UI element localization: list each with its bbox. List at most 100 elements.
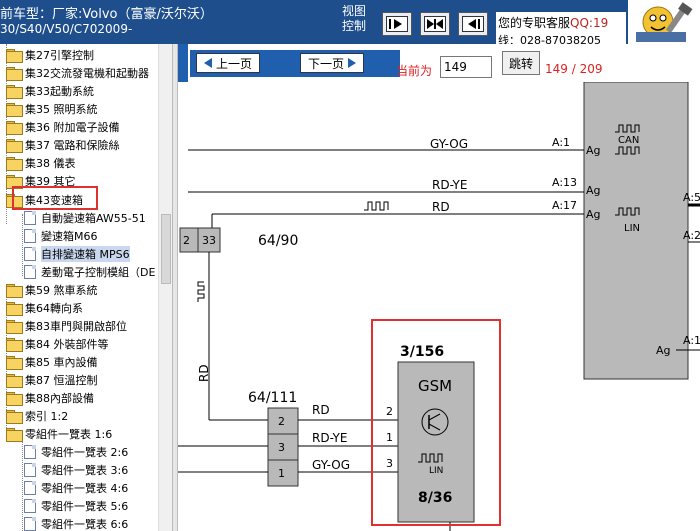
wiring-diagram[interactable]: CAN LIN GY-OG RD-YE RD A:1 A:13 A:17 Ag … — [178, 82, 700, 531]
next-page-button[interactable]: 下一页 — [300, 53, 364, 73]
wiring-diagram-svg: CAN LIN GY-OG RD-YE RD A:1 A:13 A:17 Ag … — [178, 82, 700, 531]
folder-icon — [6, 121, 23, 135]
tree-item-group84[interactable]: 集84 外裝部件等 — [6, 335, 109, 353]
tree-item-parts-2[interactable]: 零組件一覽表 2:6 — [24, 443, 128, 461]
folder-icon — [6, 284, 23, 298]
tree-item-m66[interactable]: 變速箱M66 — [24, 227, 98, 245]
mascot-logo — [628, 0, 700, 44]
tree-item-mps6[interactable]: 自排變速箱 MPS6 — [24, 245, 130, 263]
triangle-right-icon — [348, 58, 356, 68]
folder-open-icon — [6, 428, 23, 442]
tree-connector-line — [22, 437, 23, 531]
lin-label-module: LIN — [624, 223, 640, 234]
tree-item-parts-4[interactable]: 零組件一覽表 4:6 — [24, 479, 128, 497]
gsm-bottom-id: 8/36 — [418, 490, 452, 506]
tree-item-group83[interactable]: 集83車門與開啟部位 — [6, 317, 127, 335]
pin-code-17: Ag — [586, 208, 601, 221]
connector-pin-2: 2 — [183, 234, 190, 247]
connector-mid-pin-3: 3 — [278, 441, 285, 454]
tree-item-parts-6[interactable]: 零組件一覽表 6:6 — [24, 515, 128, 531]
tree-item-aw55[interactable]: 自動變速箱AW55-51 — [24, 209, 146, 227]
vehicle-model-line2: 30/S40/V50/C702009- — [0, 22, 133, 36]
gsm-pin-2: 2 — [386, 405, 393, 418]
folder-icon — [6, 338, 23, 352]
folder-icon — [6, 410, 23, 424]
tree-item-group33[interactable]: 集33起動系統 — [6, 82, 94, 100]
page-number-input[interactable] — [440, 56, 492, 78]
gsm-lin-signal-icon — [418, 453, 443, 463]
navigation-tree[interactable]: 集27引擎控制 集32交流發電機和起動器 集33起動系統 集35 照明系統 集3… — [0, 44, 172, 531]
pulse-signal-vertical-icon — [197, 281, 205, 302]
pin-lower-a1: A:1 — [683, 334, 700, 347]
phone-number: 线：028-87038205 — [498, 34, 601, 44]
tree-item-group88[interactable]: 集88內部設備 — [6, 389, 94, 407]
connector-mid-pin-1: 1 — [278, 467, 285, 480]
folder-icon — [6, 320, 23, 334]
view-fit-button[interactable] — [420, 12, 450, 36]
gsm-top-id: 3/156 — [400, 344, 444, 360]
pin-lower-ag: Ag — [656, 344, 671, 357]
document-icon — [24, 211, 36, 225]
folder-icon — [6, 85, 23, 99]
folder-icon — [6, 103, 23, 117]
split-arrows-icon — [424, 16, 446, 32]
app-header: 前车型：厂家:Volvo（富豪/沃尔沃） 30/S40/V50/C702009-… — [0, 0, 700, 44]
tree-item-parts-list[interactable]: 零組件一覽表 1:6 — [6, 425, 112, 443]
tree-item-group87[interactable]: 集87 恒溫控制 — [6, 371, 98, 389]
folder-icon — [6, 67, 23, 81]
gsm-lin-label: LIN — [429, 466, 443, 476]
jump-button[interactable]: 跳转 — [502, 51, 540, 75]
can-label: CAN — [618, 135, 639, 146]
pin-right-a5: A:5 — [683, 191, 700, 204]
gsm-pin-3: 3 — [386, 457, 393, 470]
wire-label-rd-vertical: RD — [197, 364, 211, 382]
tree-item-parts-3[interactable]: 零組件一覽表 3:6 — [24, 461, 128, 479]
triangle-left-icon — [203, 58, 212, 68]
pin-code-1: Ag — [586, 144, 601, 157]
page-count: 149 / 209 — [545, 62, 603, 76]
folder-icon — [6, 157, 23, 171]
pin-code-13: Ag — [586, 184, 601, 197]
tree-item-group37[interactable]: 集37 電路和保險絲 — [6, 136, 120, 154]
view-next-button[interactable] — [382, 12, 412, 36]
connector-pin-33: 33 — [202, 234, 216, 247]
wire-label-rd-ye: RD-YE — [432, 178, 467, 192]
document-icon — [24, 517, 36, 531]
pulse-signal-icon — [364, 201, 389, 211]
tree-item-group27[interactable]: 集27引擎控制 — [6, 46, 94, 64]
pin-a17: A:17 — [552, 199, 577, 212]
tree-scrollbar[interactable] — [158, 44, 172, 531]
tree-item-parts-5[interactable]: 零組件一覽表 5:6 — [24, 497, 128, 515]
document-icon — [24, 481, 36, 495]
tree-item-group36[interactable]: 集36 附加電子設備 — [6, 118, 120, 136]
folder-icon — [6, 392, 23, 406]
customer-service-text: 您的专职客服 — [498, 16, 571, 30]
qq-number[interactable]: QQ:19 — [570, 16, 608, 30]
tree-item-group35[interactable]: 集35 照明系統 — [6, 100, 98, 118]
folder-icon — [6, 139, 23, 153]
tree-item-group64[interactable]: 集64轉向系 — [6, 299, 83, 317]
connector-id-64-90: 64/90 — [258, 233, 298, 249]
connector-mid-pin-2: 2 — [278, 415, 285, 428]
prev-page-button[interactable]: 上一页 — [196, 53, 260, 73]
pin-a13: A:13 — [552, 176, 577, 189]
tree-item-group32[interactable]: 集32交流發電機和起動器 — [6, 64, 149, 82]
customer-service-box[interactable]: 您的专职客服QQ:19 线：028-87038205 — [496, 12, 626, 44]
gsm-name: GSM — [418, 377, 452, 395]
view-control-label: 视图控制 — [342, 4, 367, 33]
tree-scroll-thumb[interactable] — [161, 214, 171, 284]
tree-item-index[interactable]: 索引 1:2 — [6, 407, 68, 425]
vehicle-model-line1: 前车型：厂家:Volvo（富豪/沃尔沃） — [0, 7, 213, 22]
tree-item-group59[interactable]: 集59 煞車系統 — [6, 281, 98, 299]
tree-item-group85[interactable]: 集85 車內設備 — [6, 353, 98, 371]
tree-connector-line — [22, 214, 23, 276]
tree-item-group38[interactable]: 集38 儀表 — [6, 154, 76, 172]
gsm-wire-label-rd-ye: RD-YE — [312, 431, 347, 445]
document-icon — [24, 265, 36, 279]
document-icon — [24, 463, 36, 477]
view-prev-button[interactable] — [458, 12, 488, 36]
pin-right-a2: A:2 — [683, 229, 700, 242]
document-icon — [24, 499, 36, 513]
tree-item-differential[interactable]: 差動電子控制模組（DE — [24, 263, 155, 281]
wire-label-gy-og: GY-OG — [430, 137, 468, 151]
